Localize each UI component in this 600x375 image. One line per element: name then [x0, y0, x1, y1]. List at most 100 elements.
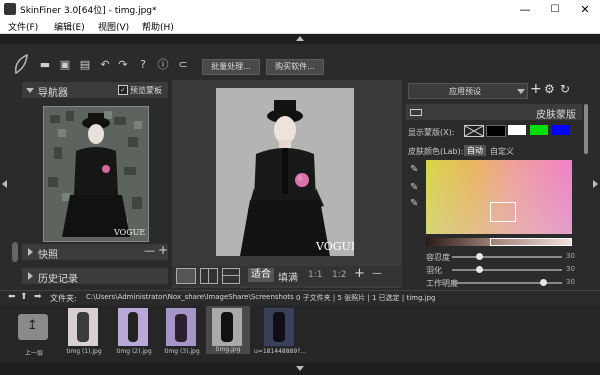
mask-blue-swatch[interactable]	[552, 125, 570, 135]
mask-white-swatch[interactable]	[508, 125, 526, 135]
open-folder-icon[interactable]: ▬	[38, 58, 52, 72]
snapshot-remove-button[interactable]: —	[144, 244, 155, 257]
history-header[interactable]: 历史记录	[22, 268, 168, 285]
fill-button[interactable]: 填满	[278, 269, 298, 284]
show-mask-label: 显示蒙版(X):	[408, 128, 455, 137]
skin-color-label: 皮肤颜色(Lab):	[408, 147, 464, 156]
single-view-icon[interactable]	[176, 268, 196, 284]
main-canvas[interactable]: VOGUE 适合 填满 1:1 1:2 + —	[172, 80, 402, 288]
snapshot-add-button[interactable]: +	[158, 243, 168, 257]
thumb-up-folder[interactable]: ↥ 上一层	[12, 308, 54, 357]
minimize-button[interactable]: —	[510, 0, 540, 19]
color-selection-box[interactable]	[490, 202, 516, 222]
plugin-icon[interactable]: ⊂	[176, 58, 190, 72]
feather-slider[interactable]	[452, 269, 562, 271]
navigator-image: VOGUE	[44, 107, 148, 241]
eyedropper-add-icon[interactable]: ✎	[410, 182, 418, 193]
gear-icon[interactable]: ⚙	[544, 82, 555, 96]
photo-preview: VOGUE	[216, 88, 359, 256]
tolerance-value: 30	[566, 252, 575, 260]
redo-icon[interactable]: ↷	[116, 58, 130, 72]
undo-icon[interactable]: ↶	[98, 58, 112, 72]
toggle-icon[interactable]	[410, 109, 422, 116]
menu-file[interactable]: 文件(F)	[8, 20, 38, 33]
preview-mask-checkbox[interactable]: ✓	[118, 85, 128, 95]
left-collapse-icon[interactable]	[2, 180, 7, 188]
mask-green-swatch[interactable]	[530, 125, 548, 135]
lightness-range[interactable]	[490, 238, 572, 246]
horizontal-split-icon[interactable]	[222, 268, 240, 284]
save-icon[interactable]: ▣	[58, 58, 72, 72]
thumb-label: u=181448889?...	[254, 348, 306, 355]
forward-arrow-icon[interactable]: ➡	[34, 292, 42, 302]
fit-button[interactable]: 适合	[248, 268, 274, 282]
help-icon[interactable]: ?	[136, 58, 150, 72]
thumb-u-file[interactable]: u=181448889?...	[254, 308, 306, 355]
menu-help[interactable]: 帮助(H)	[142, 20, 174, 33]
expand-icon[interactable]	[26, 88, 34, 93]
skin-color-picker[interactable]	[426, 160, 572, 234]
folder-stats: 0 子文件夹 | 5 张照片 | 1 已选定 | timg.jpg	[296, 294, 436, 302]
batch-process-button[interactable]: 批量处理...	[202, 59, 260, 75]
menu-view[interactable]: 视图(V)	[98, 20, 129, 33]
thumb-label: timg (1).jpg	[66, 348, 102, 355]
eyedropper-icon[interactable]: ✎	[410, 164, 418, 175]
tolerance-slider[interactable]	[452, 256, 562, 258]
thumb-timg-3[interactable]: timg (3).jpg	[160, 308, 202, 355]
thumb-timg-1[interactable]: timg (1).jpg	[62, 308, 104, 355]
lightness-gradient[interactable]	[426, 238, 572, 246]
tolerance-label: 容忍度	[426, 253, 450, 262]
chevron-down-icon	[517, 89, 525, 94]
collapse-down-icon[interactable]	[296, 366, 304, 371]
zoom-in-button[interactable]: +	[354, 266, 365, 281]
vogue-text: VOGUE	[315, 240, 354, 253]
custom-button[interactable]: 自定义	[490, 146, 514, 157]
menu-edit[interactable]: 编辑(E)	[54, 20, 85, 33]
buy-software-button[interactable]: 购买软件...	[266, 59, 324, 75]
snapshot-header[interactable]: 快照 — +	[22, 243, 168, 261]
thumb-timg-2[interactable]: timg (2).jpg	[112, 308, 154, 355]
close-button[interactable]: ✕	[570, 0, 600, 19]
save-as-icon[interactable]: ▤	[78, 58, 92, 72]
thumb-image	[212, 308, 242, 346]
collapse-up-icon[interactable]	[296, 36, 304, 41]
tolerance-knob[interactable]	[476, 253, 483, 260]
snapshot-title: 快照	[38, 250, 58, 261]
zoom-1-2-button[interactable]: 1:2	[332, 270, 346, 280]
thumb-label: 上一层	[24, 350, 43, 357]
collapsed-icon[interactable]	[28, 248, 33, 256]
mask-none-swatch[interactable]	[464, 125, 484, 137]
up-arrow-icon[interactable]: ⬆	[20, 292, 28, 302]
panel-scrollbar[interactable]	[12, 242, 18, 262]
third-knob[interactable]	[540, 279, 547, 286]
preset-dropdown[interactable]: 应用预设	[408, 83, 528, 99]
maximize-button[interactable]: ☐	[540, 0, 570, 19]
window-title: SkinFiner 3.0[64位] - timg.jpg*	[20, 6, 157, 16]
collapsed-icon[interactable]	[28, 272, 33, 280]
folder-path[interactable]: C:\Users\Administrator\Nox_share\ImageSh…	[86, 293, 294, 301]
add-preset-icon[interactable]: +	[530, 81, 542, 97]
preset-label: 应用预设	[449, 87, 481, 96]
navigator-header[interactable]: 导航器 ✓ 预览蒙板	[22, 82, 168, 99]
eyedropper-remove-icon[interactable]: ✎	[410, 198, 418, 209]
bottom-collapse-strip[interactable]	[0, 363, 600, 375]
thumb-image	[166, 308, 196, 346]
feather-knob[interactable]	[476, 266, 483, 273]
right-collapse-icon[interactable]	[593, 180, 598, 188]
zoom-out-button[interactable]: —	[372, 268, 382, 279]
auto-button[interactable]: 自动	[464, 145, 486, 156]
right-scrollbar[interactable]	[584, 104, 588, 154]
refresh-icon[interactable]: ↻	[560, 82, 570, 96]
navigator-title: 导航器	[38, 88, 68, 99]
third-value: 30	[566, 278, 575, 286]
zoom-1-1-button[interactable]: 1:1	[308, 270, 322, 280]
split-view-icon[interactable]	[200, 268, 218, 284]
skin-mask-header[interactable]: 皮肤蒙版	[406, 104, 582, 121]
thumb-timg-selected[interactable]: timg.jpg	[206, 306, 250, 354]
clipped-row: 工作明度 30	[404, 278, 590, 288]
navigator-preview[interactable]: VOGUE	[43, 106, 149, 242]
back-arrow-icon[interactable]: ⬅	[8, 292, 16, 302]
info-icon[interactable]: ⓘ	[156, 58, 170, 72]
mask-black-swatch[interactable]	[486, 125, 506, 137]
top-collapse-strip[interactable]	[0, 34, 600, 44]
